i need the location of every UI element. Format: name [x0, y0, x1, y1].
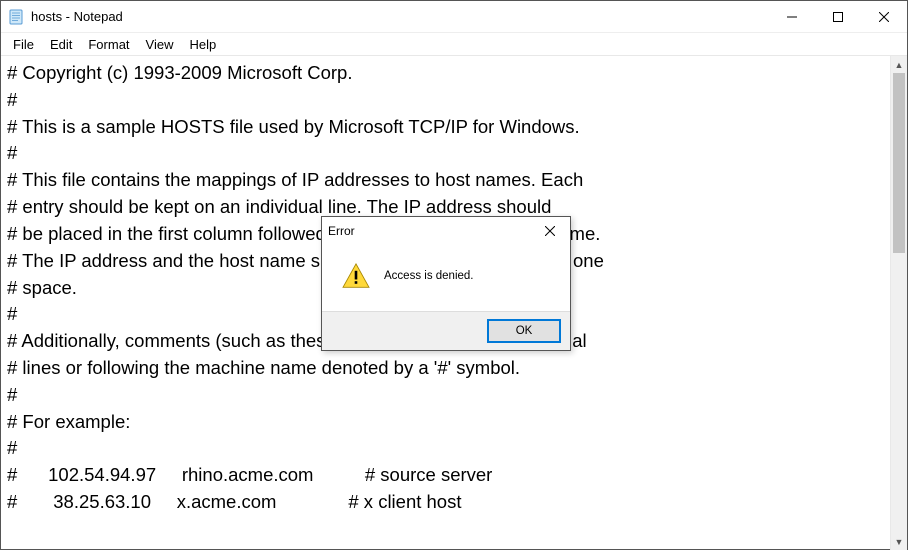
window-title: hosts - Notepad [31, 9, 123, 24]
notepad-app-icon [7, 8, 25, 26]
menu-view[interactable]: View [138, 36, 182, 53]
scroll-thumb[interactable] [893, 73, 905, 253]
dialog-titlebar: Error [322, 217, 570, 245]
dialog-body: Access is denied. [322, 245, 570, 312]
minimize-button[interactable] [769, 1, 815, 32]
titlebar: hosts - Notepad [1, 1, 907, 33]
dialog-title-text: Error [328, 224, 355, 238]
window-controls [769, 1, 907, 32]
ok-button[interactable]: OK [488, 320, 560, 342]
dialog-message: Access is denied. [384, 270, 474, 282]
scroll-up-arrow-icon[interactable]: ▲ [891, 56, 907, 73]
menu-format[interactable]: Format [80, 36, 137, 53]
warning-icon [342, 263, 370, 289]
close-button[interactable] [861, 1, 907, 32]
scroll-down-arrow-icon[interactable]: ▼ [891, 533, 907, 550]
menu-edit[interactable]: Edit [42, 36, 80, 53]
menu-file[interactable]: File [5, 36, 42, 53]
maximize-button[interactable] [815, 1, 861, 32]
dialog-close-button[interactable] [536, 220, 564, 242]
dialog-footer: OK [322, 312, 570, 350]
menubar: File Edit Format View Help [1, 33, 907, 55]
menu-help[interactable]: Help [181, 36, 224, 53]
error-dialog: Error Access is denied. OK [321, 216, 571, 351]
vertical-scrollbar[interactable]: ▲ ▼ [890, 56, 907, 550]
